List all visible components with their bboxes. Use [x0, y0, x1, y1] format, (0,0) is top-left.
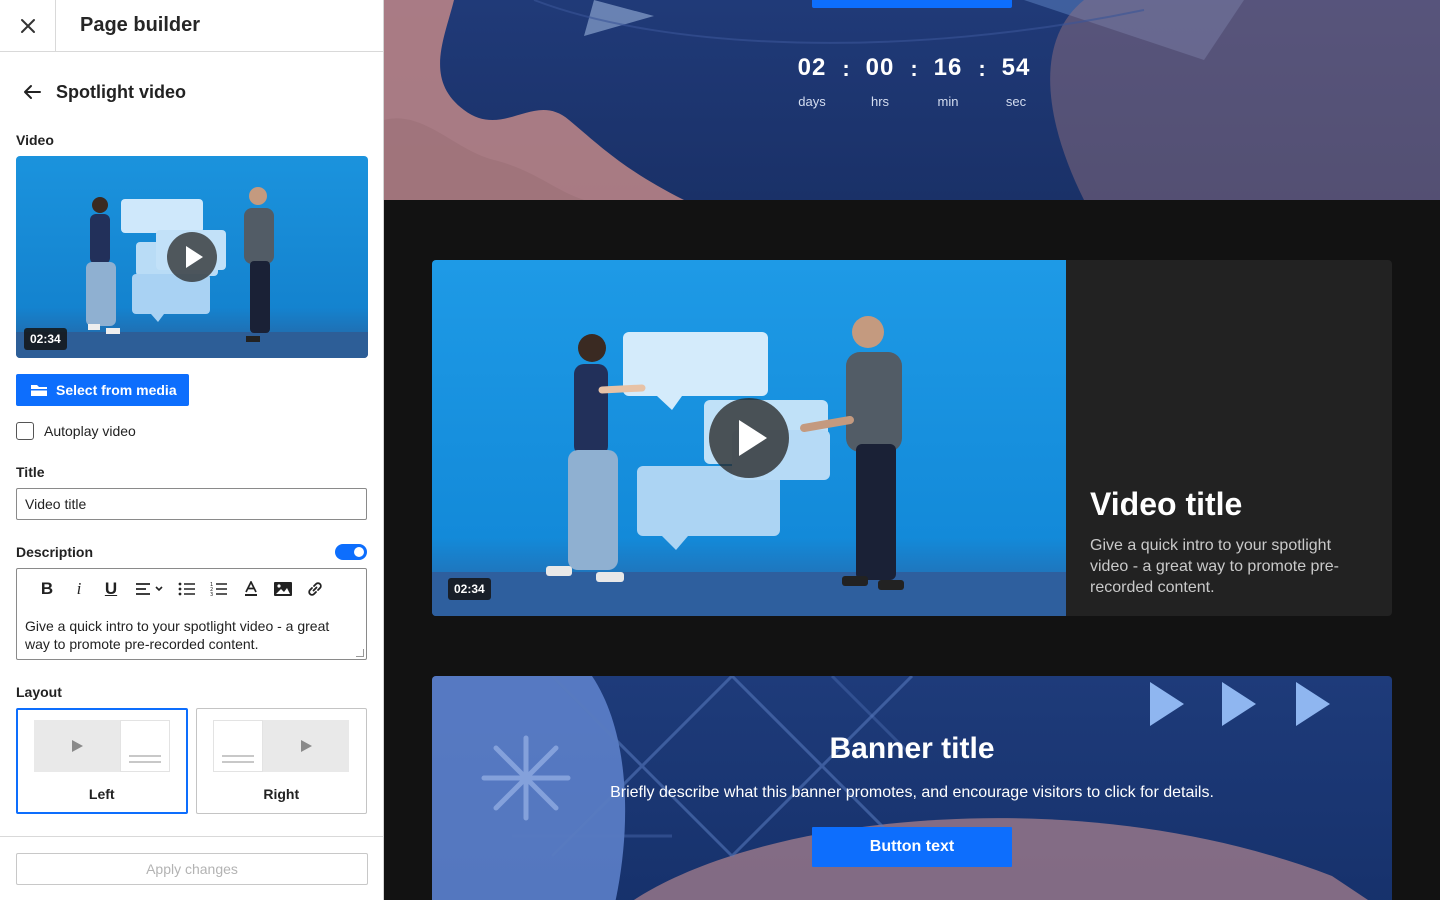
countdown-timer: 02 days : 00 hrs : 16 min : 54 sec — [782, 54, 1046, 109]
folder-icon — [31, 385, 47, 396]
play-icon[interactable] — [167, 232, 217, 282]
description-text: Give a quick intro to your spotlight vid… — [25, 618, 330, 652]
autoplay-row: Autoplay video — [16, 422, 367, 440]
video-thumbnail[interactable]: 02:34 — [16, 156, 368, 358]
play-icon[interactable] — [709, 398, 789, 478]
panel-body: Video 02:34 Select from media Autoplay v… — [0, 132, 383, 814]
description-row: Description — [16, 544, 367, 560]
apply-changes-button[interactable]: Apply changes — [16, 853, 368, 885]
select-from-media-label: Select from media — [56, 382, 177, 398]
video-duration: 02:34 — [24, 328, 67, 350]
text-color-icon[interactable] — [235, 577, 267, 601]
play-icon — [301, 740, 313, 752]
title-input[interactable]: Video title — [16, 488, 367, 520]
autoplay-label: Autoplay video — [44, 423, 136, 439]
spotlight-video[interactable]: 02:34 — [432, 260, 1066, 616]
countdown-separator: : — [842, 56, 850, 81]
banner-title: Banner title — [829, 732, 995, 765]
spotlight-description: Give a quick intro to your spotlight vid… — [1090, 537, 1340, 596]
link-icon[interactable] — [299, 577, 331, 601]
panel-header: Page builder — [0, 0, 383, 52]
resize-handle[interactable] — [356, 649, 364, 657]
spotlight-text: Video title Give a quick intro to your s… — [1066, 260, 1392, 616]
description-label: Description — [16, 544, 94, 560]
panel-title: Page builder — [80, 14, 201, 36]
spotlight-title: Video title — [1090, 486, 1243, 522]
countdown-days: 02 days — [797, 54, 827, 109]
page-preview: 02 days : 00 hrs : 16 min : 54 sec 02:34… — [384, 0, 1440, 900]
description-toggle[interactable] — [335, 544, 367, 560]
page-builder-panel: Page builder Spotlight video Video 02:34… — [0, 0, 384, 900]
layout-option-right[interactable]: Right — [195, 708, 367, 814]
svg-text:3: 3 — [210, 592, 213, 597]
bulleted-list-icon[interactable] — [171, 577, 203, 601]
hero-button[interactable] — [812, 0, 1012, 8]
countdown-seconds: 54 sec — [1001, 54, 1031, 109]
panel-footer: Apply changes — [0, 836, 383, 900]
countdown-hours: 00 hrs — [865, 54, 895, 109]
layout-option-left[interactable]: Left — [16, 708, 188, 814]
layout-left-label: Left — [88, 786, 115, 802]
italic-icon[interactable]: i — [63, 577, 95, 601]
autoplay-checkbox[interactable] — [16, 422, 34, 440]
video-label: Video — [16, 132, 54, 148]
arrow-left-icon — [24, 85, 41, 99]
select-from-media-button[interactable]: Select from media — [16, 374, 189, 406]
bold-icon[interactable]: B — [31, 577, 63, 601]
layout-left-preview — [33, 720, 170, 772]
align-left-icon — [136, 583, 163, 595]
banner-button[interactable]: Button text — [812, 827, 1012, 867]
layout-right-label: Right — [263, 786, 300, 802]
close-button[interactable] — [0, 0, 56, 52]
play-icon — [71, 740, 83, 752]
banner-description: Briefly describe what this banner promot… — [610, 784, 1214, 801]
spotlight-video-duration: 02:34 — [448, 578, 491, 600]
editor-toolbar: B i U 123 — [17, 569, 366, 609]
back-button[interactable] — [20, 80, 44, 104]
section-title: Spotlight video — [56, 81, 186, 102]
image-icon[interactable] — [267, 577, 299, 601]
banner-block: Banner title Briefly describe what this … — [432, 676, 1392, 900]
close-icon — [20, 18, 35, 33]
description-editor[interactable]: B i U 123 Give a quick intro to your spo… — [16, 568, 367, 660]
underline-icon[interactable]: U — [95, 577, 127, 601]
numbered-list-icon[interactable]: 123 — [203, 577, 235, 601]
layout-options: Left Right — [16, 708, 367, 814]
countdown-separator: : — [910, 56, 918, 81]
layout-label: Layout — [16, 684, 62, 700]
align-dropdown[interactable] — [127, 577, 171, 601]
countdown-minutes: 16 min — [933, 54, 963, 109]
title-label: Title — [16, 464, 45, 480]
spotlight-video-block[interactable]: 02:34 Video title Give a quick intro to … — [432, 260, 1392, 616]
section-header: Spotlight video — [0, 52, 383, 132]
layout-right-preview — [213, 720, 350, 772]
countdown-separator: : — [978, 56, 986, 81]
countdown-hero: 02 days : 00 hrs : 16 min : 54 sec — [384, 0, 1440, 200]
